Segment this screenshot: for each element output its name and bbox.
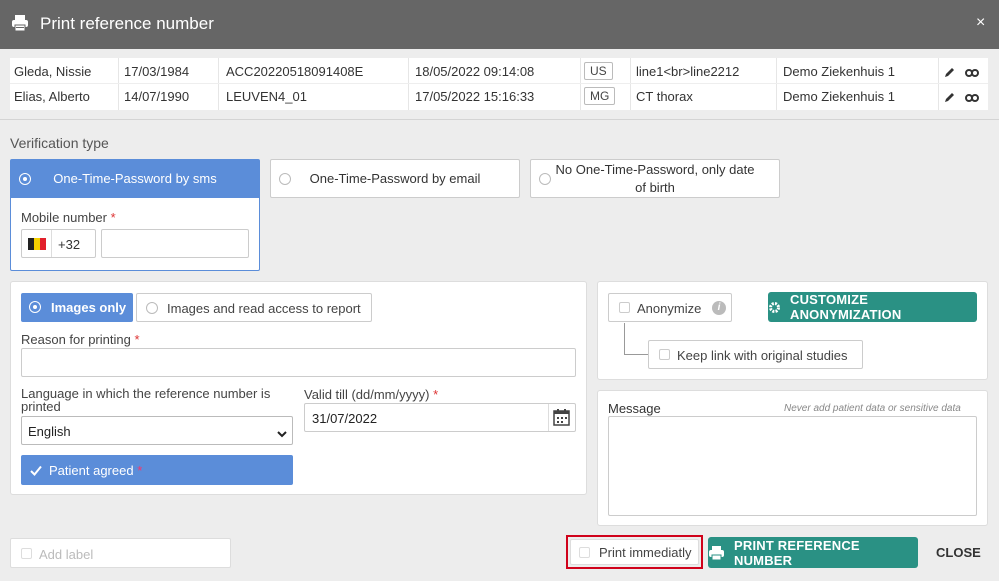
birth-date: 14/07/1990 xyxy=(124,89,190,104)
info-icon[interactable]: i xyxy=(712,301,726,315)
checkmark-icon xyxy=(30,464,42,479)
valid-till-input[interactable]: 31/07/2022 xyxy=(304,403,576,432)
anonymize-checkbox[interactable] xyxy=(619,302,630,313)
option-otp-email-header[interactable]: One-Time-Password by email xyxy=(271,160,519,198)
printer-icon xyxy=(10,13,30,36)
accession-number: LEUVEN4_01 xyxy=(226,89,307,104)
print-reference-number-button[interactable]: PRINT REFERENCE NUMBER xyxy=(708,537,918,568)
message-textarea[interactable] xyxy=(608,416,977,516)
modality-badge: MG xyxy=(584,87,616,105)
radio-images-report[interactable] xyxy=(146,302,158,314)
option-label: One-Time-Password by sms xyxy=(53,171,217,186)
anonymize-panel: Anonymize i CUSTOMIZE ANONYMIZATION Keep… xyxy=(597,281,988,380)
reason-input[interactable] xyxy=(21,348,576,377)
option-images-report[interactable]: Images and read access to report xyxy=(136,293,372,322)
option-label: One-Time-Password by email xyxy=(309,171,481,186)
accession-number: ACC20220518091408E xyxy=(226,64,364,79)
tree-connector xyxy=(624,323,625,355)
chevron-down-icon xyxy=(277,426,287,441)
link-icon[interactable] xyxy=(965,91,979,106)
gear-icon xyxy=(768,301,781,314)
customize-anonymization-button[interactable]: CUSTOMIZE ANONYMIZATION xyxy=(768,292,977,322)
radio-dob-only[interactable] xyxy=(539,173,551,185)
valid-till-label: Valid till (dd/mm/yyyy) * xyxy=(304,387,439,402)
option-images-only[interactable]: Images only xyxy=(21,293,133,322)
radio-images-only[interactable] xyxy=(29,301,41,313)
country-code-select[interactable]: +32 xyxy=(21,229,96,258)
patient-agreed-toggle[interactable]: Patient agreed * xyxy=(21,455,293,485)
option-otp-sms-header[interactable]: One-Time-Password by sms xyxy=(11,160,259,198)
hospital-name: Demo Ziekenhuis 1 xyxy=(783,64,895,79)
print-immediately-checkbox[interactable] xyxy=(579,547,590,558)
birth-date: 17/03/1984 xyxy=(124,64,190,79)
study-description: CT thorax xyxy=(636,89,693,104)
country-code: +32 xyxy=(58,237,81,252)
belgium-flag-icon xyxy=(28,238,46,250)
mobile-number-input[interactable] xyxy=(101,229,249,258)
calendar-icon[interactable] xyxy=(553,409,570,429)
study-datetime: 18/05/2022 09:14:08 xyxy=(415,64,535,79)
studies-table: Gleda, Nissie 17/03/1984 ACC202205180914… xyxy=(10,58,988,110)
print-immediately-toggle[interactable]: Print immediatly xyxy=(570,539,699,565)
printer-icon xyxy=(708,545,725,561)
link-icon[interactable] xyxy=(965,66,979,81)
message-panel: Message Never add patient data or sensit… xyxy=(597,390,988,526)
dialog-title: Print reference number xyxy=(40,14,214,33)
add-label-input[interactable]: Add label xyxy=(10,538,231,568)
keep-link-toggle[interactable]: Keep link with original studies xyxy=(648,340,863,369)
option-dob-only-header[interactable]: No One-Time-Password, only date of birth xyxy=(531,160,779,198)
patient-name: Gleda, Nissie xyxy=(14,64,92,79)
language-select[interactable]: English xyxy=(21,416,293,445)
dialog-titlebar: Print reference number × xyxy=(0,0,999,49)
patient-agreed-label: Patient agreed * xyxy=(49,463,143,478)
option-dob-only[interactable]: No One-Time-Password, only date of birth xyxy=(530,159,780,198)
radio-otp-email[interactable] xyxy=(279,173,291,185)
anonymize-toggle[interactable]: Anonymize i xyxy=(608,293,732,322)
keep-link-checkbox[interactable] xyxy=(659,349,670,360)
hospital-name: Demo Ziekenhuis 1 xyxy=(783,89,895,104)
verification-type-label: Verification type xyxy=(10,135,109,151)
radio-otp-sms[interactable] xyxy=(19,173,31,185)
print-immediately-highlight: Print immediatly xyxy=(566,535,703,569)
study-datetime: 17/05/2022 15:16:33 xyxy=(415,89,535,104)
modality-badge: US xyxy=(584,62,613,80)
language-label: Language in which the reference number i… xyxy=(21,386,271,414)
pencil-icon[interactable] xyxy=(944,91,955,106)
close-button[interactable]: CLOSE xyxy=(936,545,981,560)
option-otp-sms[interactable]: One-Time-Password by sms Mobile number *… xyxy=(10,159,260,271)
divider xyxy=(0,119,999,120)
option-otp-email[interactable]: One-Time-Password by email xyxy=(270,159,520,198)
close-icon[interactable]: × xyxy=(976,14,985,32)
access-panel: Images only Images and read access to re… xyxy=(10,281,587,495)
pencil-icon[interactable] xyxy=(944,66,955,81)
add-label-checkbox[interactable] xyxy=(21,548,32,559)
option-label: No One-Time-Password, only date of birth xyxy=(555,162,755,195)
patient-name: Elias, Alberto xyxy=(14,89,90,104)
message-hint: Never add patient data or sensitive data xyxy=(784,403,961,414)
reason-label: Reason for printing * xyxy=(21,332,140,347)
study-description: line1<br>line2212 xyxy=(636,64,740,79)
message-label: Message xyxy=(608,401,661,416)
mobile-number-label: Mobile number * xyxy=(21,210,116,225)
